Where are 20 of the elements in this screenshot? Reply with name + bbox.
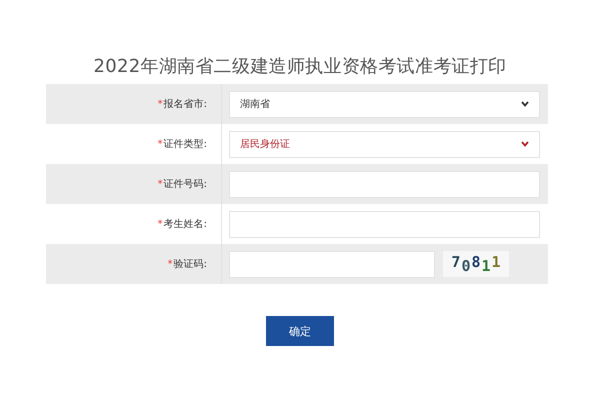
field-label: 考生姓名: (164, 218, 207, 231)
captcha-image[interactable]: 70811 (443, 251, 509, 277)
field-label: 验证码: (174, 258, 207, 271)
page-title: 2022年湖南省二级建造师执业资格考试准考证打印 (92, 55, 508, 78)
confirm-button[interactable]: 确定 (266, 316, 334, 346)
dropdown-field[interactable]: 居民身份证 (229, 130, 540, 158)
field-label: 证件类型: (164, 138, 207, 151)
input-field[interactable] (229, 250, 435, 278)
required-mark: * (158, 98, 163, 110)
required-mark: * (168, 258, 173, 270)
required-mark: * (158, 138, 163, 150)
required-mark: * (158, 178, 163, 190)
required-mark: * (158, 218, 163, 230)
dropdown-field[interactable]: 湖南省 (229, 90, 540, 118)
input-field[interactable] (229, 170, 540, 198)
chevron-down-icon (521, 141, 529, 147)
chevron-down-icon (521, 101, 529, 107)
input-field[interactable] (229, 210, 540, 238)
field-label: 证件号码: (164, 178, 207, 191)
field-label: 报名省市: (164, 98, 207, 111)
